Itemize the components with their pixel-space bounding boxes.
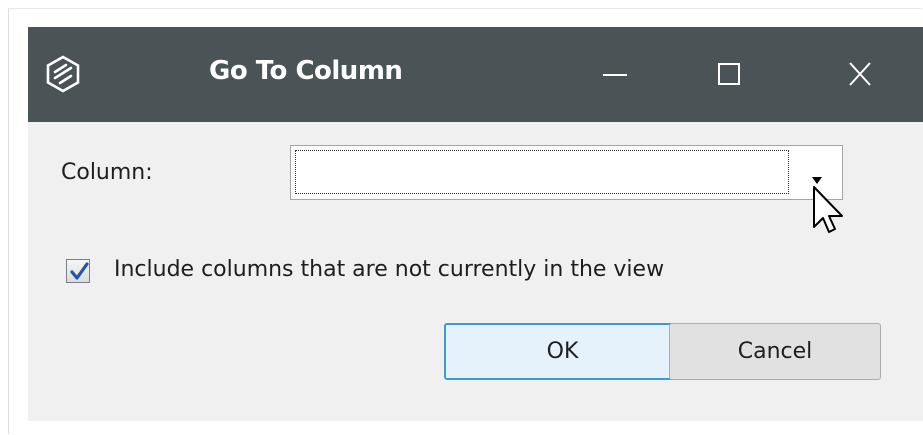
column-dropdown-button[interactable] (792, 146, 842, 199)
column-combobox-input[interactable] (295, 150, 789, 194)
title-bar[interactable]: Go To Column (28, 27, 923, 122)
app-logo-icon (44, 55, 82, 93)
cancel-button[interactable]: Cancel (669, 323, 881, 380)
checkmark-icon (70, 262, 89, 280)
close-button[interactable] (828, 27, 898, 122)
minimize-button[interactable] (583, 27, 653, 122)
column-combobox[interactable] (290, 145, 843, 200)
maximize-button[interactable] (698, 27, 768, 122)
dialog-title: Go To Column (209, 56, 403, 86)
column-label: Column: (61, 160, 153, 185)
ok-button[interactable]: OK (444, 323, 681, 380)
include-hidden-columns-checkbox[interactable] (66, 259, 90, 283)
include-hidden-columns-label: Include columns that are not currently i… (114, 257, 665, 282)
go-to-column-dialog: Go To Column Column: Include columns tha… (28, 27, 923, 421)
